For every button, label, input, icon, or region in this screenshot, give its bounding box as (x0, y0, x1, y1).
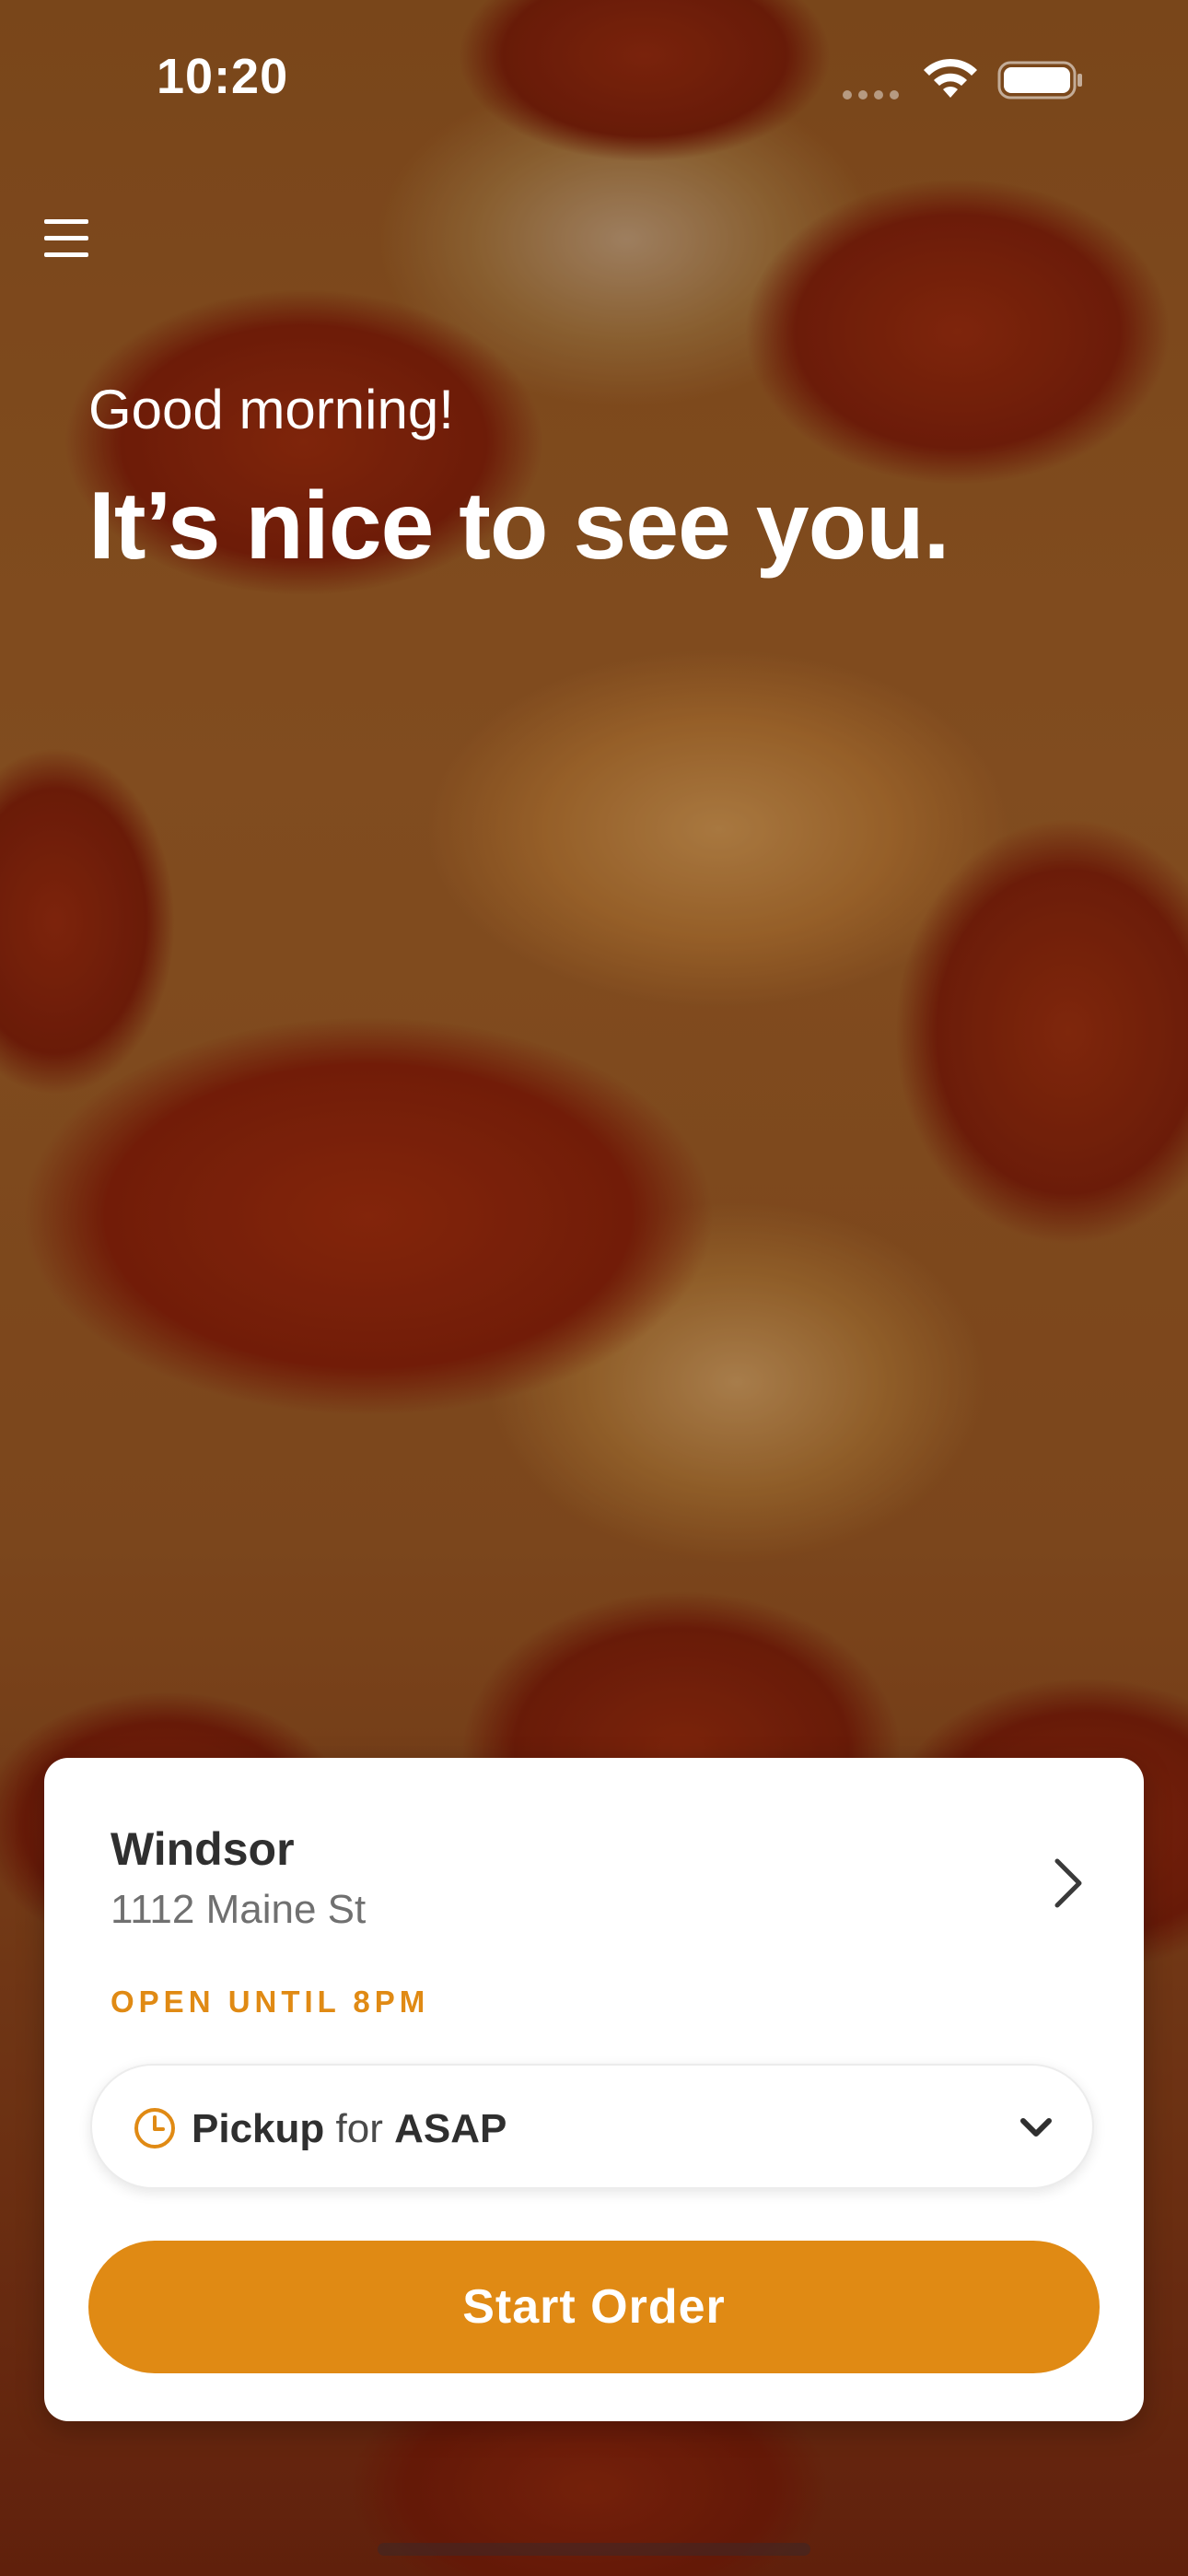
order-mode-connector: for (335, 2106, 383, 2151)
home-screen: 10:20 Good morning! It’s nice to see you… (0, 0, 1188, 2576)
status-bar: 10:20 (0, 0, 1188, 157)
order-card: Windsor 1112 Maine St OPEN UNTIL 8PM Pic… (44, 1758, 1144, 2421)
cellular-signal-icon (843, 88, 907, 100)
chevron-right-icon (1054, 1858, 1082, 1908)
store-name: Windsor (111, 1823, 295, 1875)
start-order-button[interactable]: Start Order (88, 2241, 1100, 2373)
battery-icon (997, 61, 1082, 100)
wifi-icon (924, 58, 977, 98)
pickup-summary: Pickup for ASAP (192, 2106, 507, 2152)
order-mode-label: Pickup (192, 2106, 325, 2151)
order-time-label: ASAP (394, 2106, 507, 2151)
store-hours-status: OPEN UNTIL 8PM (111, 1985, 430, 2019)
status-time: 10:20 (157, 49, 289, 104)
store-address: 1112 Maine St (111, 1887, 367, 1932)
clock-icon (134, 2108, 175, 2149)
home-indicator[interactable] (378, 2543, 810, 2556)
hamburger-menu-icon[interactable] (42, 216, 92, 262)
store-location-link[interactable]: Windsor 1112 Maine St (111, 1822, 1087, 1961)
pickup-time-selector[interactable]: Pickup for ASAP (90, 2064, 1094, 2189)
greeting-headline: It’s nice to see you. (88, 473, 950, 580)
chevron-down-icon (1020, 2118, 1052, 2137)
greeting-subtitle: Good morning! (88, 379, 454, 440)
